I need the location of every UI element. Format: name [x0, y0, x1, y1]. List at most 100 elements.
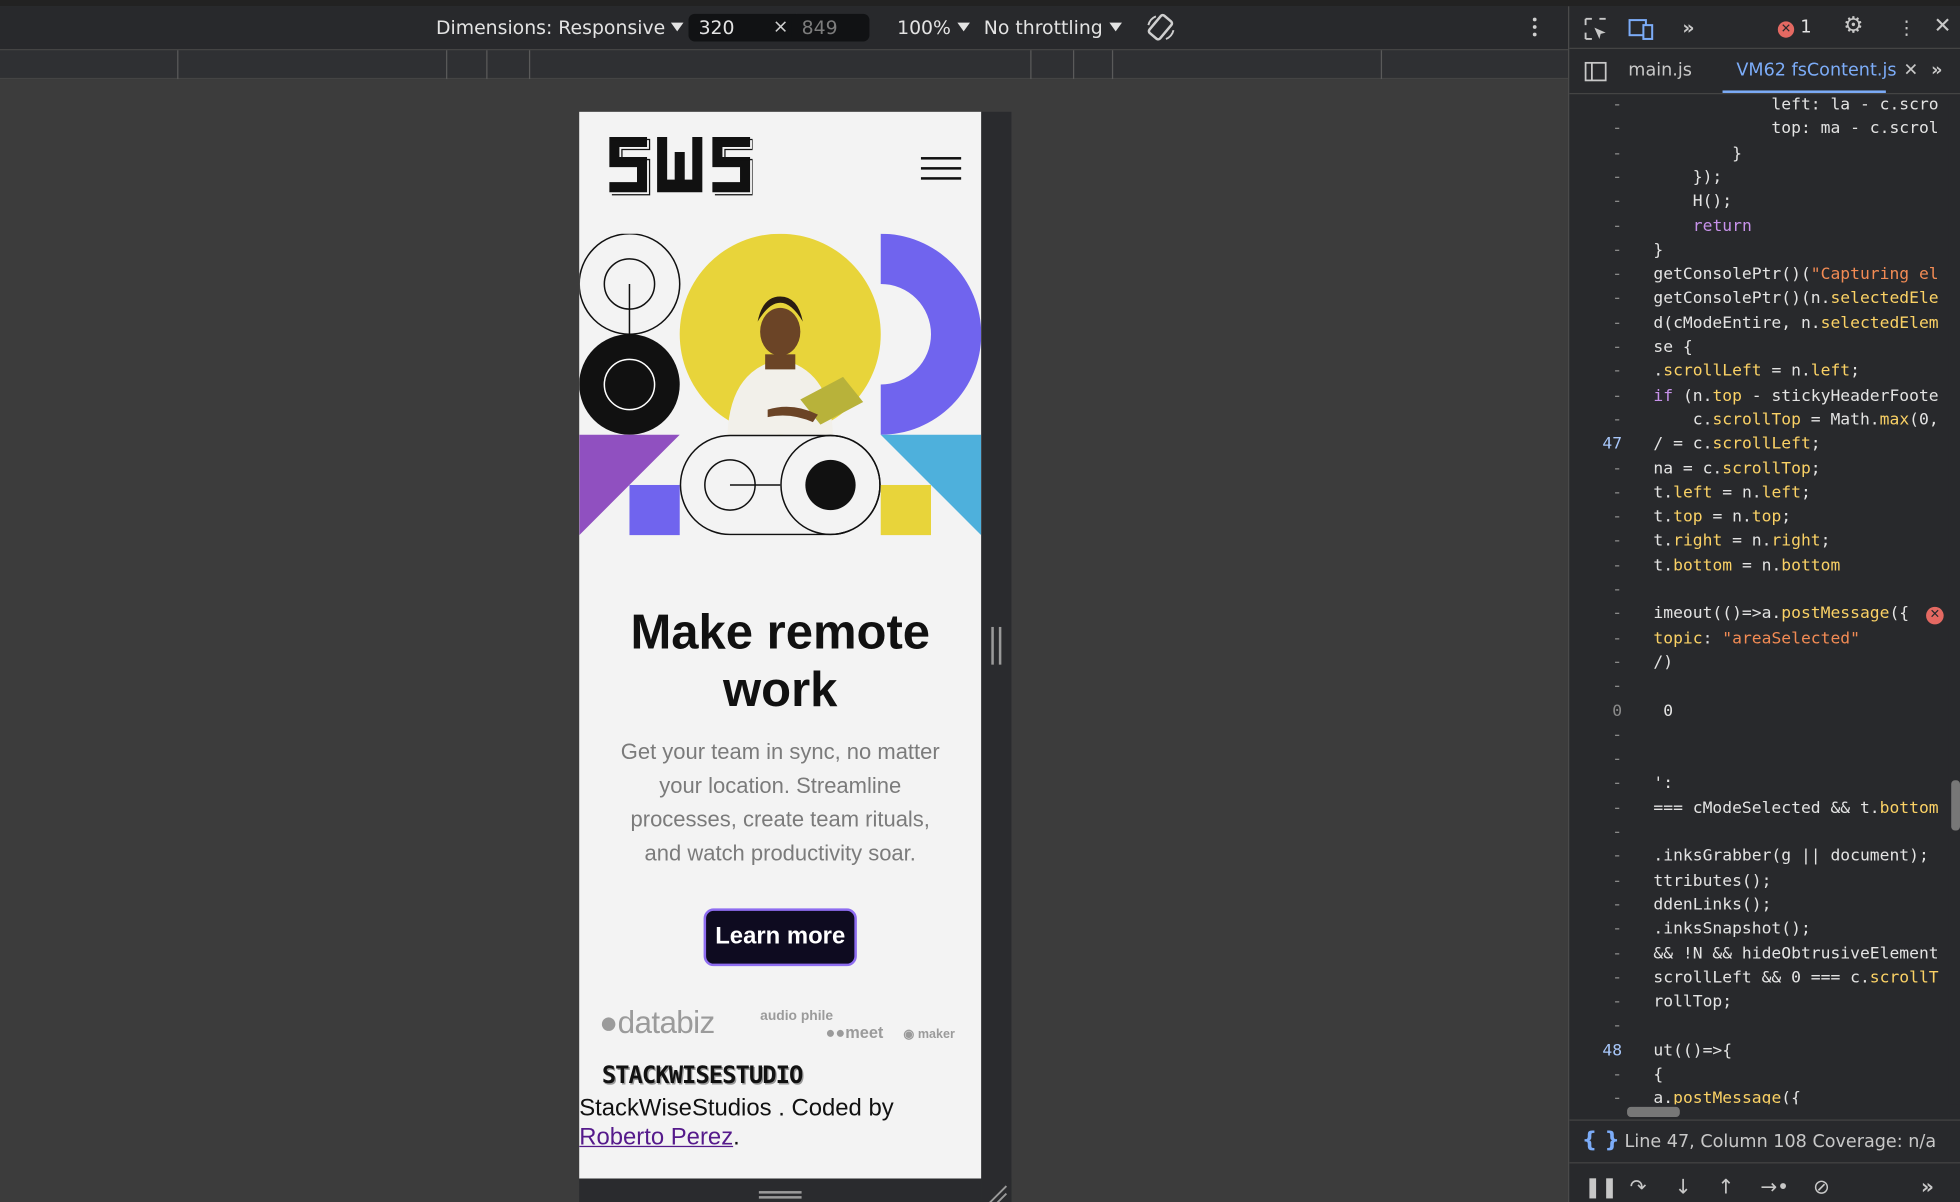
code-line: top: ma - c.scrol	[1653, 119, 1939, 139]
hero-title: Make remote work	[630, 605, 931, 718]
code-editor[interactable]: - left: la - c.scro - top: ma - c.scrol - …	[1569, 95, 1948, 1104]
tab-main-js[interactable]: main.js	[1628, 60, 1692, 80]
line-number[interactable]: -	[1569, 556, 1622, 580]
more-tabs-icon[interactable]: »	[1931, 60, 1942, 80]
inspect-element-icon[interactable]	[1583, 16, 1608, 41]
line-number[interactable]: -	[1569, 289, 1622, 313]
line-number[interactable]: -	[1569, 508, 1622, 532]
line-number[interactable]: -	[1569, 629, 1622, 653]
code-line: c.scrollTop = Math.max(0,	[1653, 410, 1939, 430]
close-tab-icon[interactable]: ✕	[1903, 60, 1918, 80]
line-number[interactable]: -	[1569, 920, 1622, 944]
line-number[interactable]: -	[1569, 483, 1622, 507]
line-number[interactable]: -	[1569, 144, 1622, 168]
line-number[interactable]: -	[1569, 168, 1622, 192]
line-number[interactable]: -	[1569, 726, 1622, 750]
client-logo-audiophile: audio phile	[760, 1008, 834, 1024]
client-logo-meet: ●●meet	[825, 1022, 884, 1042]
line-number[interactable]: -	[1569, 120, 1622, 144]
resize-handle-bottom[interactable]	[579, 1178, 982, 1202]
resize-handle-right[interactable]	[981, 111, 1012, 1202]
sws-logo	[609, 136, 753, 196]
step-icon[interactable]: →•	[1760, 1175, 1789, 1199]
line-number[interactable]: -	[1569, 362, 1622, 386]
code-line: 0	[1653, 701, 1674, 721]
client-logo-maker: ◉ maker	[903, 1027, 955, 1042]
height-input[interactable]: 849	[791, 13, 870, 42]
devtools-panel: » ✕ 1 ⚙ ⋮ ✕ main.js VM62 fsContent.js ✕ »…	[1567, 6, 1960, 1202]
line-number[interactable]: -	[1569, 823, 1622, 847]
tab-fscontent-js[interactable]: VM62 fsContent.js	[1736, 60, 1896, 80]
rotate-icon[interactable]	[1146, 13, 1176, 43]
hamburger-menu-icon[interactable]	[920, 157, 962, 182]
line-number[interactable]: -	[1569, 847, 1622, 871]
author-link[interactable]: Roberto Perez	[579, 1124, 733, 1150]
pretty-print-icon[interactable]: { }	[1582, 1128, 1620, 1153]
close-devtools-icon[interactable]: ✕	[1934, 14, 1952, 39]
code-line: /)	[1653, 653, 1674, 673]
line-number[interactable]: -	[1569, 217, 1622, 241]
media-query-bar[interactable]	[0, 48, 1568, 80]
dimensions-dropdown[interactable]: Dimensions: Responsive	[436, 16, 685, 39]
zoom-dropdown[interactable]: 100%	[897, 16, 970, 39]
times-sign: ×	[772, 15, 789, 38]
footer-credit: StackWiseStudios . Coded by Roberto Pere…	[579, 1095, 894, 1151]
step-out-icon[interactable]: ↑	[1718, 1175, 1735, 1199]
line-number[interactable]: -	[1569, 799, 1622, 823]
more-options-icon[interactable]	[1530, 17, 1538, 41]
line-number[interactable]: -	[1569, 677, 1622, 701]
line-number[interactable]: -	[1569, 338, 1622, 362]
line-number[interactable]: -	[1569, 95, 1622, 119]
code-line: return	[1692, 216, 1752, 236]
learn-more-button[interactable]: Learn more	[703, 908, 857, 967]
code-line: });	[1653, 168, 1723, 188]
horizontal-scrollbar[interactable]	[1569, 1104, 1948, 1119]
line-number[interactable]: -	[1569, 580, 1622, 604]
line-number[interactable]: -	[1569, 774, 1622, 798]
code-line: getConsolePtr()("Capturing el	[1653, 265, 1939, 285]
line-number[interactable]: -	[1569, 871, 1622, 895]
device-toggle-icon[interactable]	[1627, 16, 1655, 41]
line-number[interactable]: 48	[1569, 1041, 1622, 1065]
error-counter[interactable]: ✕ 1	[1777, 18, 1812, 38]
throttling-dropdown[interactable]: No throttling	[984, 16, 1122, 39]
line-number[interactable]: -	[1569, 459, 1622, 483]
more-debug-icon[interactable]: »	[1921, 1175, 1934, 1199]
vertical-scrollbar[interactable]	[1948, 95, 1960, 1105]
line-number[interactable]: -	[1569, 314, 1622, 338]
line-number[interactable]: -	[1569, 265, 1622, 289]
line-number[interactable]: -	[1569, 1090, 1622, 1105]
code-line: scrollLeft && 0 === c.scrollT	[1653, 968, 1939, 988]
line-number[interactable]: -	[1569, 1065, 1622, 1089]
step-over-icon[interactable]: ↷	[1630, 1175, 1647, 1199]
line-number[interactable]: -	[1569, 968, 1622, 992]
code-line: .scrollLeft = n.left;	[1653, 362, 1860, 382]
line-number[interactable]: -	[1569, 386, 1622, 410]
toggle-navigator-icon[interactable]	[1584, 61, 1607, 82]
line-number[interactable]: -	[1569, 605, 1622, 629]
hero-illustration	[579, 233, 982, 536]
line-number[interactable]: -	[1569, 750, 1622, 774]
line-number[interactable]: -	[1569, 944, 1622, 968]
code-line: }	[1653, 143, 1742, 163]
line-number[interactable]: -	[1569, 192, 1622, 216]
line-number[interactable]: 0	[1569, 702, 1622, 726]
line-number[interactable]: -	[1569, 653, 1622, 677]
inline-error-icon[interactable]: ✕	[1926, 606, 1944, 625]
code-line: t.left = n.left;	[1653, 483, 1811, 503]
devtools-menu-icon[interactable]: ⋮	[1897, 16, 1916, 39]
deactivate-breakpoints-icon[interactable]: ⊘	[1813, 1175, 1830, 1199]
step-into-icon[interactable]: ↓	[1675, 1175, 1692, 1199]
code-line: ttributes();	[1653, 871, 1772, 891]
line-number[interactable]: 47	[1569, 435, 1622, 459]
resize-handle-corner[interactable]	[981, 1178, 1012, 1202]
line-number[interactable]: -	[1569, 532, 1622, 556]
pause-icon[interactable]: ❚❚	[1584, 1175, 1618, 1199]
line-number[interactable]: -	[1569, 993, 1622, 1017]
settings-gear-icon[interactable]: ⚙	[1843, 13, 1863, 39]
line-number[interactable]: -	[1569, 1017, 1622, 1041]
line-number[interactable]: -	[1569, 241, 1622, 265]
more-panels-icon[interactable]: »	[1682, 16, 1694, 39]
line-number[interactable]: -	[1569, 411, 1622, 435]
line-number[interactable]: -	[1569, 896, 1622, 920]
